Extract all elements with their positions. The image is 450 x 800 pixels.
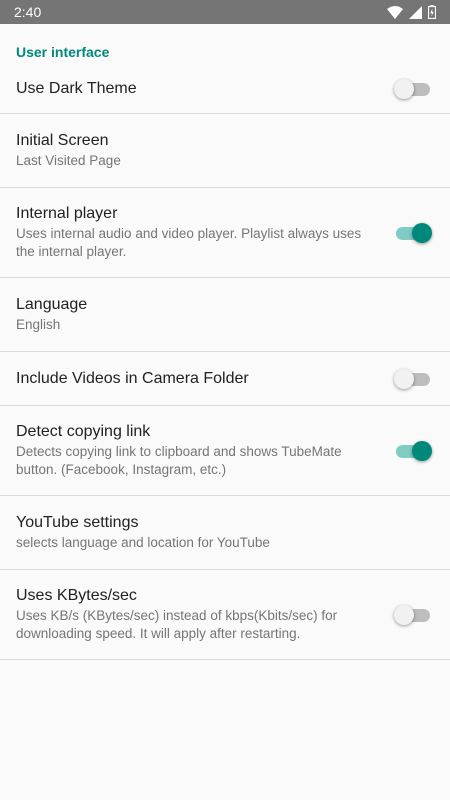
pref-summary: Uses internal audio and video player. Pl… xyxy=(16,226,362,259)
section-header: User interface xyxy=(16,44,110,60)
dark-theme-toggle[interactable] xyxy=(394,78,432,99)
kbytes-sec-toggle[interactable] xyxy=(394,604,432,625)
pref-language[interactable]: Language English xyxy=(0,278,450,352)
pref-summary: selects language and location for YouTub… xyxy=(16,535,270,550)
pref-title: Internal player xyxy=(16,205,118,222)
pref-camera-folder[interactable]: Include Videos in Camera Folder xyxy=(0,352,450,406)
pref-kbytes-sec[interactable]: Uses KBytes/sec Uses KB/s (KBytes/sec) i… xyxy=(0,570,450,660)
pref-dark-theme[interactable]: Use Dark Theme xyxy=(0,64,450,114)
signal-icon xyxy=(409,5,422,19)
camera-folder-toggle[interactable] xyxy=(394,368,432,389)
pref-title: YouTube settings xyxy=(16,514,139,531)
pref-detect-copying-link[interactable]: Detect copying link Detects copying link… xyxy=(0,406,450,496)
status-icons xyxy=(387,5,436,19)
pref-title: Language xyxy=(16,296,88,313)
pref-title: Detect copying link xyxy=(16,423,151,440)
pref-initial-screen[interactable]: Initial Screen Last Visited Page xyxy=(0,114,450,188)
pref-title: Initial Screen xyxy=(16,132,109,149)
status-time: 2:40 xyxy=(14,4,42,20)
status-bar: 2:40 xyxy=(0,0,450,24)
pref-title: Use Dark Theme xyxy=(16,79,137,97)
pref-title: Uses KBytes/sec xyxy=(16,587,137,604)
pref-youtube-settings[interactable]: YouTube settings selects language and lo… xyxy=(0,496,450,570)
detect-copying-link-toggle[interactable] xyxy=(394,440,432,461)
pref-summary: Last Visited Page xyxy=(16,153,121,168)
pref-title: Include Videos in Camera Folder xyxy=(16,369,249,387)
pref-summary: English xyxy=(16,317,61,332)
pref-summary: Uses KB/s (KBytes/sec) instead of kbps(K… xyxy=(16,608,338,641)
internal-player-toggle[interactable] xyxy=(394,222,432,243)
battery-icon xyxy=(428,5,436,19)
pref-internal-player[interactable]: Internal player Uses internal audio and … xyxy=(0,188,450,278)
wifi-icon xyxy=(387,5,403,19)
pref-summary: Detects copying link to clipboard and sh… xyxy=(16,444,342,477)
